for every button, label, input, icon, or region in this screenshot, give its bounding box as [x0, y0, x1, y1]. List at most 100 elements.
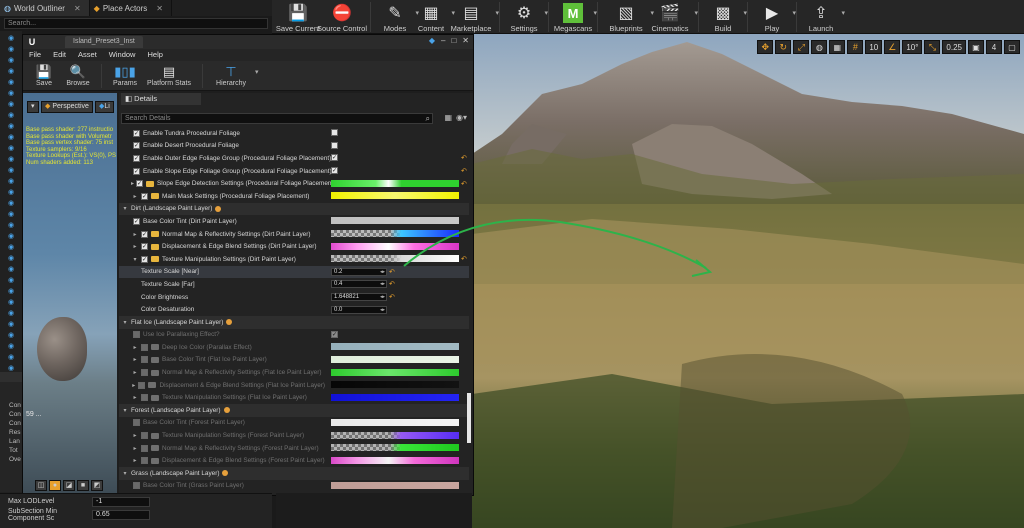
- marketplace-button[interactable]: ▤ Marketplace ▾: [449, 0, 499, 34]
- property-row[interactable]: Use Ice Parallaxing Effect? ✓: [119, 329, 469, 342]
- eye-icon[interactable]: ◉: [4, 46, 18, 53]
- menu-file[interactable]: File: [29, 49, 41, 61]
- save-button[interactable]: 💾 Save: [29, 64, 59, 87]
- property-value-cell[interactable]: [331, 343, 459, 351]
- texture-swatch[interactable]: [331, 444, 459, 452]
- numeric-input[interactable]: 0.2 ◂▸: [331, 267, 387, 276]
- property-value-cell[interactable]: ✓: [331, 154, 459, 162]
- eye-icon[interactable]: ◉: [4, 365, 18, 372]
- property-value-cell[interactable]: [331, 217, 459, 225]
- override-checkbox[interactable]: [133, 419, 140, 427]
- eye-icon[interactable]: ◉: [4, 321, 18, 328]
- override-checkbox[interactable]: [141, 369, 148, 377]
- outliner-lower-item[interactable]: Con: [0, 420, 22, 429]
- outliner-lower-item[interactable]: Tot: [0, 447, 22, 456]
- property-value-cell[interactable]: 0.2 ◂▸: [331, 267, 459, 276]
- property-row[interactable]: ▸ ✓ Normal Map & Reflectivity Settings (Di…: [119, 228, 469, 241]
- camera-speed-button[interactable]: ▣: [968, 40, 984, 54]
- eye-icon[interactable]: ◉: [4, 178, 18, 185]
- menu-help[interactable]: Help: [147, 49, 162, 61]
- eye-icon[interactable]: ◉: [4, 167, 18, 174]
- rotate-snap-button[interactable]: ↻: [775, 40, 792, 54]
- mesh-preview-button[interactable]: ◩: [91, 480, 103, 491]
- numeric-input[interactable]: 0.4 ◂▸: [331, 280, 387, 289]
- property-row[interactable]: Color Desaturation 0.0 ◂▸: [119, 303, 469, 316]
- outliner-search-input[interactable]: Search...: [4, 18, 268, 29]
- override-checkbox[interactable]: ✓: [133, 154, 140, 162]
- texture-swatch[interactable]: [331, 431, 459, 439]
- property-row[interactable]: ✓ Enable Slope Edge Foliage Group (Proced…: [119, 165, 469, 178]
- property-value-cell[interactable]: [331, 255, 459, 263]
- override-checkbox[interactable]: [141, 356, 148, 364]
- cube-preview-button[interactable]: ■: [77, 480, 89, 491]
- build-button[interactable]: ▩ Build ▾: [705, 0, 747, 34]
- property-row[interactable]: ▸ Normal Map & Reflectivity Settings (For…: [119, 442, 469, 455]
- eye-icon[interactable]: ◉: [4, 288, 18, 295]
- source-control-button[interactable]: ⛔ Source Control: [317, 0, 367, 34]
- details-search-input[interactable]: Search Details ⌕: [121, 113, 433, 124]
- expand-arrow-icon[interactable]: ▸: [131, 356, 139, 363]
- texture-swatch[interactable]: [331, 242, 459, 250]
- override-checkbox[interactable]: ✓: [141, 192, 148, 200]
- category-header[interactable]: ▾ Dirt (Landscape Paint Layer): [119, 202, 469, 216]
- property-value-cell[interactable]: 1.648821 ◂▸: [331, 293, 459, 302]
- spinner-icon[interactable]: ◂▸: [380, 294, 385, 300]
- tab-place-actors[interactable]: ◆ Place Actors ✕: [89, 0, 172, 16]
- expand-arrow-icon[interactable]: ▸: [131, 180, 134, 187]
- play-button[interactable]: ▶ Play ▾: [754, 0, 796, 34]
- override-checkbox[interactable]: ✓: [133, 142, 140, 150]
- texture-swatch[interactable]: [331, 418, 459, 426]
- eye-icon[interactable]: ◉: [4, 101, 18, 108]
- eye-icon[interactable]: ◉: [4, 233, 18, 240]
- property-matrix-icon[interactable]: ▦: [444, 113, 452, 122]
- maximize-viewport-button[interactable]: ▢: [1004, 40, 1020, 54]
- outliner-lower-item[interactable]: Res: [0, 429, 22, 438]
- expand-arrow-icon[interactable]: ▸: [131, 193, 139, 200]
- texture-swatch[interactable]: [331, 343, 459, 351]
- texture-swatch[interactable]: [331, 255, 459, 263]
- chevron-down-icon[interactable]: ▾: [593, 9, 597, 17]
- outliner-lower-item[interactable]: Ove: [0, 456, 22, 465]
- reset-to-default-icon[interactable]: ↶: [461, 180, 467, 188]
- eye-icon[interactable]: ◉: [4, 90, 18, 97]
- property-value-cell[interactable]: 0.0 ◂▸: [331, 305, 459, 314]
- property-row[interactable]: Texture Scale [Near] 0.2 ◂▸ ↶: [119, 265, 469, 279]
- property-value-cell[interactable]: [331, 418, 459, 427]
- property-row[interactable]: ▸ Displacement & Edge Blend Settings (For…: [119, 454, 469, 467]
- eye-icon[interactable]: ◉: [4, 200, 18, 207]
- override-checkbox[interactable]: ✓: [141, 230, 148, 238]
- property-value-cell[interactable]: [331, 381, 459, 389]
- property-row[interactable]: ✓ Enable Desert Procedural Foliage: [119, 140, 469, 153]
- chevron-down-icon[interactable]: ▾: [544, 9, 548, 17]
- property-row[interactable]: ▸ Base Color Tint (Flat Ice Paint Layer): [119, 354, 469, 367]
- outliner-lower-item[interactable]: Lan: [0, 438, 22, 447]
- expand-arrow-icon[interactable]: ▸: [131, 445, 139, 452]
- plane-preview-button[interactable]: ◪: [63, 480, 75, 491]
- value-checkbox[interactable]: ✓: [331, 167, 338, 175]
- property-value-cell[interactable]: [331, 368, 459, 377]
- numeric-input[interactable]: 1.648821 ◂▸: [331, 293, 387, 302]
- texture-swatch[interactable]: [331, 179, 459, 187]
- expand-arrow-icon[interactable]: ▾: [121, 470, 129, 477]
- texture-swatch[interactable]: [331, 230, 459, 238]
- eye-icon[interactable]: ◉▾: [456, 113, 467, 122]
- eye-icon[interactable]: ◉: [4, 211, 18, 218]
- surface-snap-button[interactable]: ▦: [829, 40, 846, 54]
- property-value-cell[interactable]: [331, 355, 459, 364]
- texture-swatch[interactable]: [331, 393, 459, 401]
- eye-icon[interactable]: ◉: [4, 244, 18, 251]
- property-row[interactable]: Base Color Tint (Forest Paint Layer): [119, 417, 469, 430]
- property-value-cell[interactable]: [331, 444, 459, 452]
- eye-icon[interactable]: ◉: [4, 145, 18, 152]
- property-value-cell[interactable]: [331, 192, 459, 200]
- eye-icon[interactable]: ◉: [4, 222, 18, 229]
- material-preview-viewport[interactable]: ▾ ◆ Perspective ◆Li Base pass shader: 27…: [23, 93, 117, 495]
- level-viewport[interactable]: ✥ ↻ ⤢ ◍ ▦ # 10 ∠ 10° ⤡ 0.25 ▣ 4 ▢: [472, 34, 1024, 528]
- expand-arrow-icon[interactable]: ▸: [131, 432, 139, 439]
- settings-button[interactable]: ⚙ Settings ▾: [506, 0, 548, 34]
- override-checkbox[interactable]: [133, 331, 140, 339]
- eye-icon[interactable]: ◉: [4, 266, 18, 273]
- property-value-cell[interactable]: [331, 179, 459, 188]
- texture-swatch[interactable]: [331, 481, 459, 489]
- angle-snap-button[interactable]: ∠: [884, 40, 901, 54]
